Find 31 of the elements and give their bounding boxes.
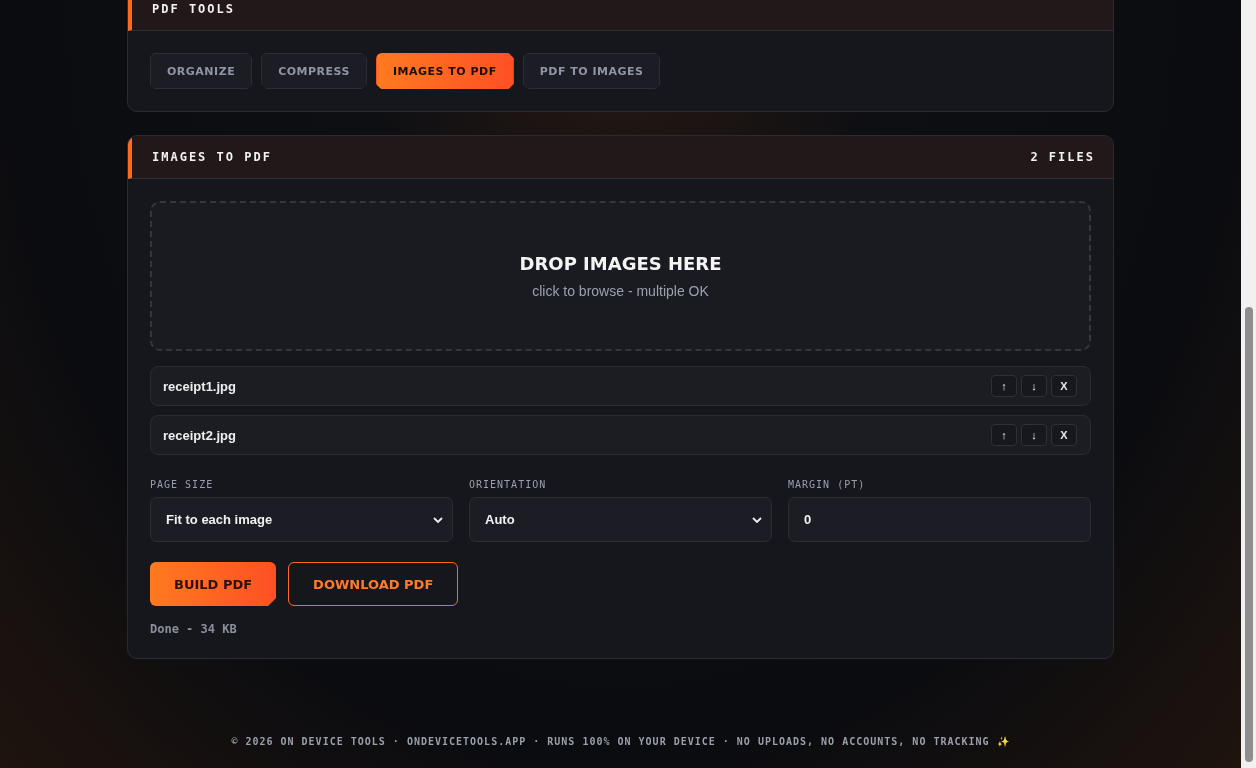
footer-text: © 2026 ON DEVICE TOOLS · ONDEVICETOOLS.APP · RUNS 100% ON YOUR DEVICE · NO UPLOADS, NO ACCOUNTS, NO TRACKING ✨	[231, 736, 1010, 747]
move-up-button[interactable]: ↑	[991, 424, 1017, 446]
drop-zone[interactable]: DROP IMAGES HERE click to browse - multiple OK	[150, 201, 1091, 351]
build-button[interactable]: BUILD PDF	[150, 562, 277, 606]
download-button[interactable]: DOWNLOAD PDF	[288, 562, 459, 606]
status-text: Done - 34 KB	[150, 622, 238, 636]
tool-tab[interactable]: ORGANIZE	[150, 53, 253, 89]
file-name: receipt1.jpg	[163, 378, 236, 394]
chevron-down-icon	[433, 516, 443, 523]
chevron-down-icon	[752, 516, 762, 523]
field-label: ORIENTATION	[469, 479, 548, 490]
remove-button[interactable]: X	[1051, 375, 1077, 397]
scrollbar[interactable]	[1241, 0, 1256, 768]
select-field[interactable]: Auto	[469, 497, 772, 542]
field-label: MARGIN (PT)	[788, 479, 867, 490]
file-name: receipt2.jpg	[163, 427, 236, 443]
drop-hint: click to browse - multiple OK	[532, 283, 709, 299]
file-count: 2 FILES	[1030, 150, 1095, 164]
move-up-button[interactable]: ↑	[991, 375, 1017, 397]
tool-tab[interactable]: COMPRESS	[261, 53, 367, 89]
select-field[interactable]: Fit to each image	[150, 497, 453, 542]
field-label: PAGE SIZE	[150, 479, 215, 490]
tool-tab[interactable]: PDF TO IMAGES	[522, 53, 661, 89]
drop-title: DROP IMAGES HERE	[519, 253, 722, 274]
tool-tab[interactable]: IMAGES TO PDF	[375, 53, 514, 89]
move-down-button[interactable]: ↓	[1021, 375, 1047, 397]
panel-title: IMAGES TO PDF	[152, 150, 272, 164]
move-down-button[interactable]: ↓	[1021, 424, 1047, 446]
panel-title: PDF TOOLS	[152, 2, 236, 16]
input-field[interactable]: 0	[788, 497, 1091, 542]
remove-button[interactable]: X	[1051, 424, 1077, 446]
